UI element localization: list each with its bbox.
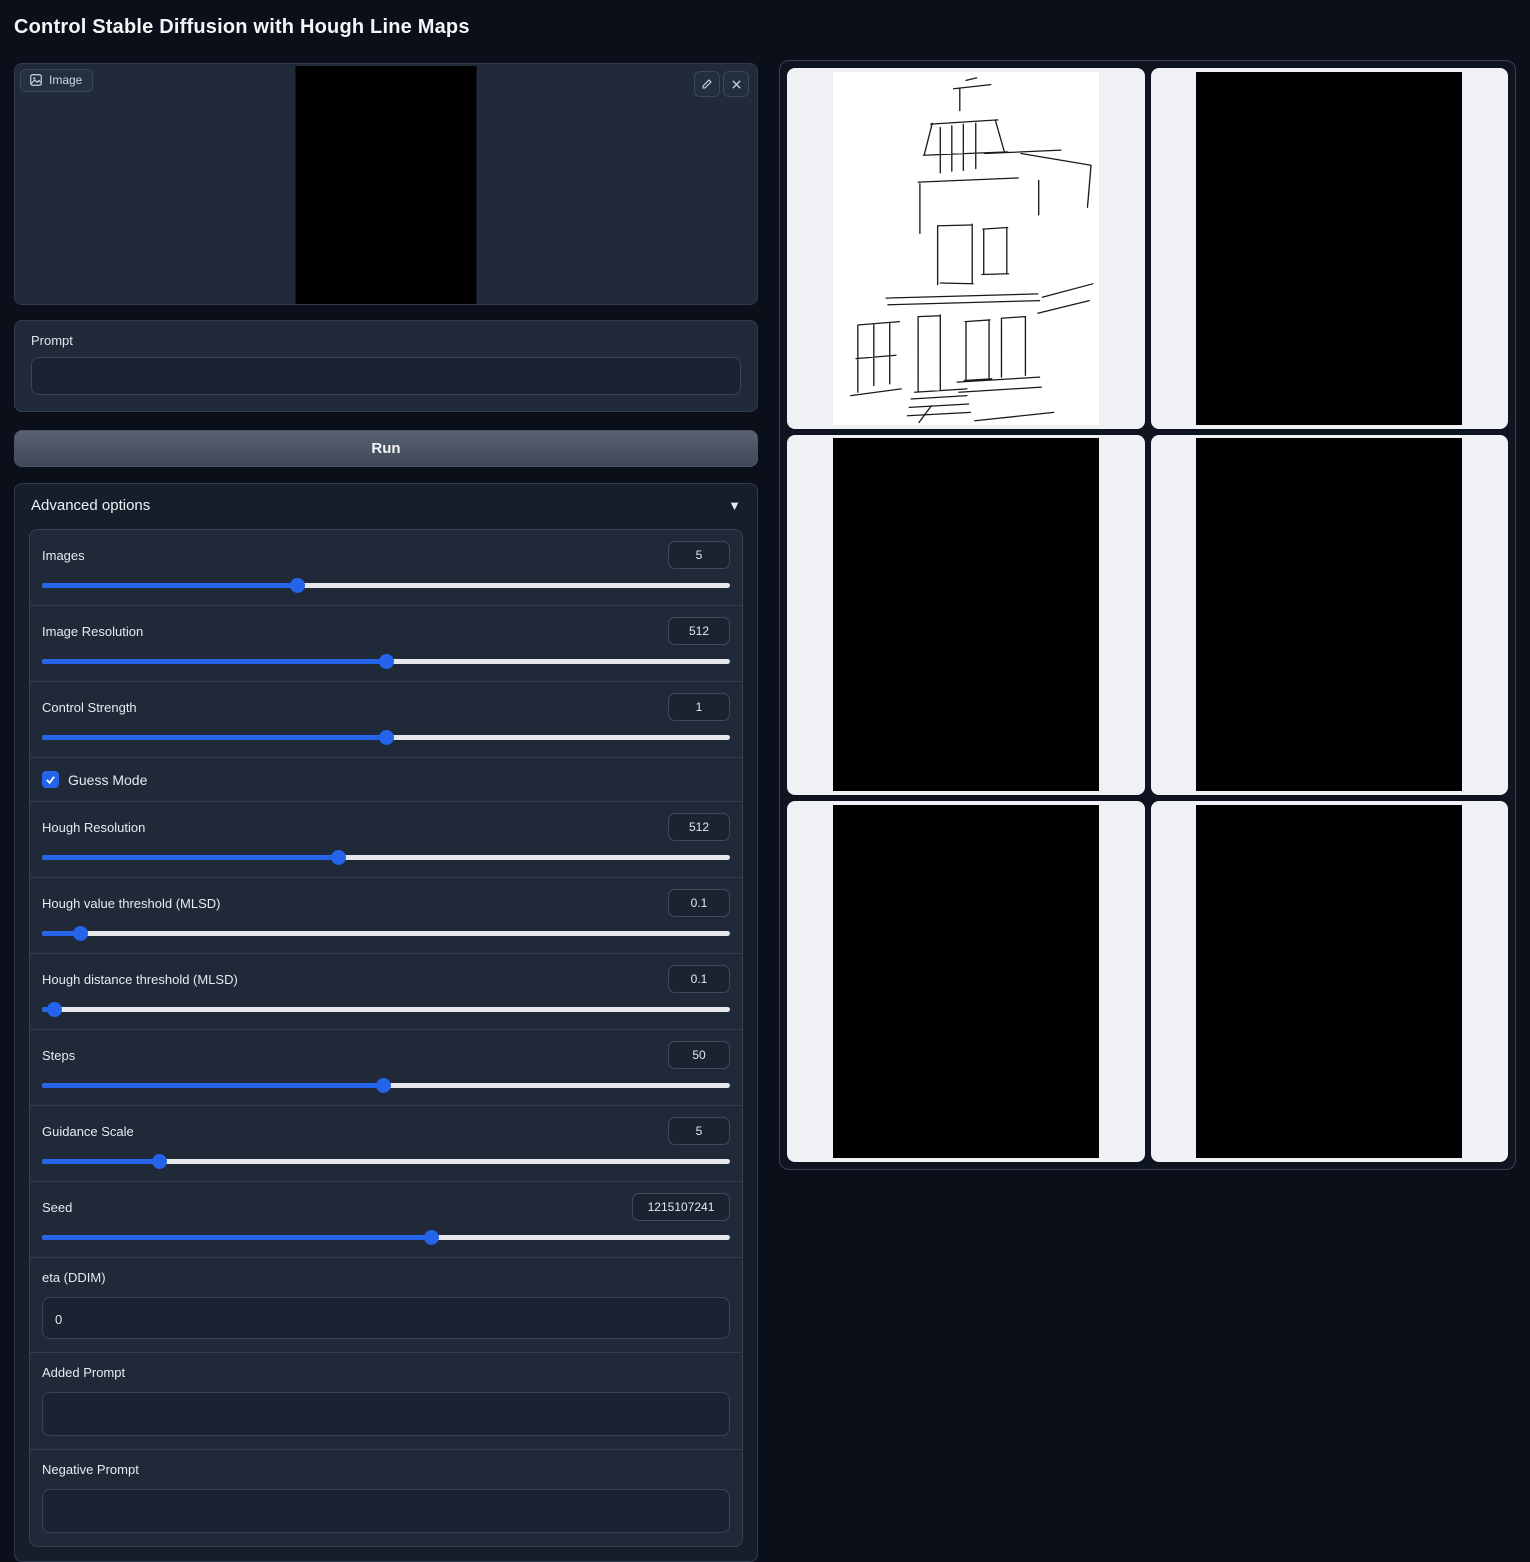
prompt-label: Prompt bbox=[31, 333, 741, 348]
eta-input[interactable] bbox=[42, 1297, 730, 1339]
slider-hough-value-threshold-track[interactable] bbox=[42, 931, 730, 936]
slider-image-resolution-label: Image Resolution bbox=[42, 624, 143, 639]
slider-steps-value[interactable] bbox=[668, 1041, 730, 1069]
slider-handle[interactable] bbox=[379, 654, 394, 669]
negative-prompt-input[interactable] bbox=[42, 1489, 730, 1533]
eta-label: eta (DDIM) bbox=[42, 1270, 106, 1285]
slider-image-resolution-value[interactable] bbox=[668, 617, 730, 645]
slider-handle[interactable] bbox=[47, 1002, 62, 1017]
slider-steps-track[interactable] bbox=[42, 1083, 730, 1088]
gallery-item-gold-house[interactable] bbox=[787, 801, 1145, 1162]
slider-hough-resolution-label: Hough Resolution bbox=[42, 820, 145, 835]
slider-images-value[interactable] bbox=[668, 541, 730, 569]
image-tab-label: Image bbox=[49, 73, 82, 87]
advanced-options-panel: Advanced options ▼ Images Image Resoluti… bbox=[14, 483, 758, 1562]
yellow-house-image bbox=[1196, 438, 1462, 791]
advanced-options-form: Images Image Resolution Control Strength bbox=[29, 529, 743, 1547]
advanced-options-title: Advanced options bbox=[31, 497, 150, 514]
guess-mode-row: Guess Mode bbox=[30, 757, 742, 801]
gallery-item-teal-house[interactable] bbox=[1151, 68, 1509, 429]
slider-guidance-scale-value[interactable] bbox=[668, 1117, 730, 1145]
slider-handle[interactable] bbox=[331, 850, 346, 865]
white-house-image bbox=[833, 438, 1099, 791]
slider-seed: Seed bbox=[30, 1181, 742, 1257]
slider-images: Images bbox=[30, 530, 742, 605]
slider-hough-value-threshold-value[interactable] bbox=[668, 889, 730, 917]
image-tab[interactable]: Image bbox=[20, 69, 93, 92]
added-prompt-label: Added Prompt bbox=[42, 1365, 125, 1380]
close-icon bbox=[731, 79, 742, 90]
check-icon bbox=[45, 774, 56, 785]
edit-image-button[interactable] bbox=[694, 71, 720, 97]
gallery-item-brick-house[interactable] bbox=[1151, 801, 1509, 1162]
slider-image-resolution: Image Resolution bbox=[30, 605, 742, 681]
slider-seed-label: Seed bbox=[42, 1200, 72, 1215]
chevron-down-icon: ▼ bbox=[728, 498, 741, 513]
slider-handle[interactable] bbox=[379, 730, 394, 745]
slider-control-strength-value[interactable] bbox=[668, 693, 730, 721]
slider-handle[interactable] bbox=[424, 1230, 439, 1245]
slider-image-resolution-track[interactable] bbox=[42, 659, 730, 664]
slider-hough-resolution: Hough Resolution bbox=[30, 801, 742, 877]
prompt-input[interactable] bbox=[31, 357, 741, 395]
input-image-panel[interactable]: Image bbox=[14, 63, 758, 305]
added-prompt-input[interactable] bbox=[42, 1392, 730, 1436]
slider-hough-distance-threshold-value[interactable] bbox=[668, 965, 730, 993]
gallery-item-hough-map[interactable] bbox=[787, 68, 1145, 429]
page-title: Control Stable Diffusion with Hough Line… bbox=[14, 16, 470, 39]
input-column: Image Prompt Run Advanced options ▼ bbox=[14, 63, 758, 1562]
prompt-panel: Prompt bbox=[14, 320, 758, 412]
clear-image-button[interactable] bbox=[723, 71, 749, 97]
slider-guidance-scale-track[interactable] bbox=[42, 1159, 730, 1164]
input-image-preview[interactable] bbox=[296, 66, 477, 304]
slider-handle[interactable] bbox=[152, 1154, 167, 1169]
image-icon bbox=[29, 73, 43, 87]
eta-row: eta (DDIM) bbox=[30, 1257, 742, 1352]
slider-control-strength: Control Strength bbox=[30, 681, 742, 757]
slider-guidance-scale-label: Guidance Scale bbox=[42, 1124, 134, 1139]
slider-hough-value-threshold-label: Hough value threshold (MLSD) bbox=[42, 896, 220, 911]
slider-hough-resolution-track[interactable] bbox=[42, 855, 730, 860]
output-gallery bbox=[779, 60, 1516, 1170]
pencil-icon bbox=[701, 78, 713, 90]
slider-images-track[interactable] bbox=[42, 583, 730, 588]
slider-seed-value[interactable] bbox=[632, 1193, 730, 1221]
slider-hough-value-threshold: Hough value threshold (MLSD) bbox=[30, 877, 742, 953]
slider-control-strength-track[interactable] bbox=[42, 735, 730, 740]
guess-mode-checkbox[interactable] bbox=[42, 771, 59, 788]
slider-steps: Steps bbox=[30, 1029, 742, 1105]
slider-hough-distance-threshold: Hough distance threshold (MLSD) bbox=[30, 953, 742, 1029]
added-prompt-row: Added Prompt bbox=[30, 1352, 742, 1449]
slider-hough-distance-threshold-track[interactable] bbox=[42, 1007, 730, 1012]
slider-guidance-scale: Guidance Scale bbox=[30, 1105, 742, 1181]
negative-prompt-row: Negative Prompt bbox=[30, 1449, 742, 1546]
negative-prompt-label: Negative Prompt bbox=[42, 1462, 139, 1477]
slider-handle[interactable] bbox=[290, 578, 305, 593]
advanced-options-header[interactable]: Advanced options ▼ bbox=[15, 484, 757, 527]
guess-mode-label: Guess Mode bbox=[68, 772, 147, 788]
slider-hough-resolution-value[interactable] bbox=[668, 813, 730, 841]
slider-seed-track[interactable] bbox=[42, 1235, 730, 1240]
slider-images-label: Images bbox=[42, 548, 85, 563]
brick-house-image bbox=[1196, 805, 1462, 1158]
run-button[interactable]: Run bbox=[14, 430, 758, 467]
slider-handle[interactable] bbox=[73, 926, 88, 941]
slider-hough-distance-threshold-label: Hough distance threshold (MLSD) bbox=[42, 972, 238, 987]
hough-line-map-image bbox=[833, 72, 1099, 425]
slider-steps-label: Steps bbox=[42, 1048, 75, 1063]
gallery-item-yellow-house[interactable] bbox=[1151, 435, 1509, 796]
slider-control-strength-label: Control Strength bbox=[42, 700, 137, 715]
gallery-item-white-house[interactable] bbox=[787, 435, 1145, 796]
teal-house-image bbox=[1196, 72, 1462, 425]
gold-house-image bbox=[833, 805, 1099, 1158]
slider-handle[interactable] bbox=[376, 1078, 391, 1093]
